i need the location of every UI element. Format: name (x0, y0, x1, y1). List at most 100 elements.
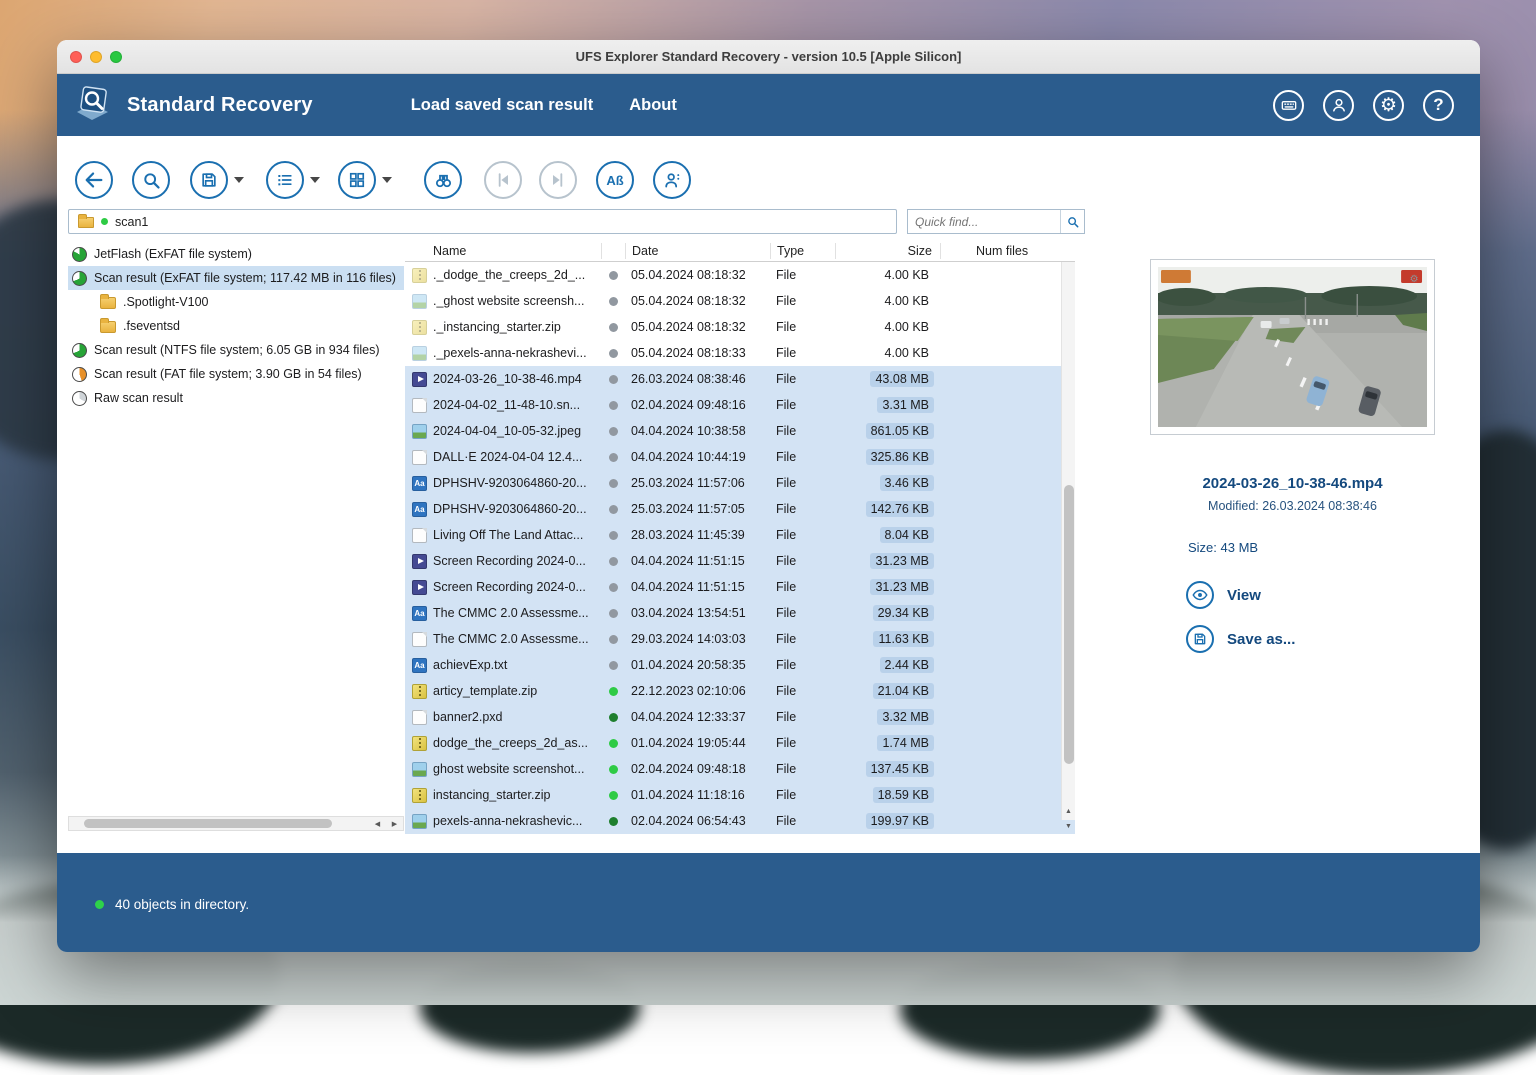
scrollbar-thumb[interactable] (1064, 485, 1074, 764)
breadcrumb[interactable]: scan1 (68, 209, 897, 234)
table-vertical-scrollbar[interactable]: ▲ ▼ (1061, 262, 1075, 820)
table-row[interactable]: The CMMC 2.0 Assessme... 03.04.2024 13:5… (405, 600, 1075, 626)
user-tools-button[interactable] (653, 161, 691, 199)
list-view-caret[interactable] (310, 177, 320, 183)
table-row[interactable]: articy_template.zip 22.12.2023 02:10:06 … (405, 678, 1075, 704)
menu-load-saved-scan[interactable]: Load saved scan result (411, 96, 594, 115)
tree-horizontal-scrollbar[interactable]: ◀ ▶ (68, 816, 404, 831)
preview-actions: View Save as... (1150, 581, 1435, 653)
quick-find-button[interactable] (1060, 210, 1084, 233)
scrollbar-thumb[interactable] (84, 819, 332, 828)
column-header-name[interactable]: Name (405, 243, 601, 259)
scroll-down-icon[interactable]: ▼ (1062, 819, 1075, 834)
table-row[interactable]: ._ghost website screensh... 05.04.2024 0… (405, 288, 1075, 314)
close-button[interactable] (70, 51, 82, 63)
view-button[interactable]: View (1186, 581, 1435, 609)
file-date: 01.04.2024 19:05:44 (625, 736, 770, 750)
status-dot-cell (601, 713, 625, 722)
table-row[interactable]: banner2.pxd 04.04.2024 12:33:37 File 3.3… (405, 704, 1075, 730)
menu-about[interactable]: About (629, 96, 677, 115)
save-button[interactable] (190, 161, 228, 199)
file-type-icon (412, 658, 427, 673)
column-header-size[interactable]: Size (835, 243, 940, 259)
account-button[interactable] (1323, 90, 1354, 121)
table-row[interactable]: ._dodge_the_creeps_2d_... 05.04.2024 08:… (405, 262, 1075, 288)
table-row[interactable]: Living Off The Land Attac... 28.03.2024 … (405, 522, 1075, 548)
scroll-left-icon[interactable]: ◀ (369, 820, 386, 828)
help-button[interactable]: ? (1423, 90, 1454, 121)
back-button[interactable] (75, 161, 113, 199)
file-type: File (770, 320, 835, 334)
tree-item[interactable]: Scan result (ExFAT file system; 117.42 M… (68, 266, 404, 290)
table-row[interactable]: Screen Recording 2024-0... 04.04.2024 11… (405, 548, 1075, 574)
quick-find-input[interactable] (908, 215, 1060, 229)
table-row[interactable]: 2024-04-02_11-48-10.sn... 02.04.2024 09:… (405, 392, 1075, 418)
encoding-button[interactable]: Aß (596, 161, 634, 199)
table-header: Name Date Type Size Num files (405, 240, 1075, 262)
file-date: 01.04.2024 20:58:35 (625, 658, 770, 672)
column-header-date[interactable]: Date (625, 243, 770, 259)
table-row[interactable]: ._instancing_starter.zip 05.04.2024 08:1… (405, 314, 1075, 340)
keyboard-button[interactable] (1273, 90, 1304, 121)
tree-item[interactable]: JetFlash (ExFAT file system) (68, 242, 404, 266)
find-button[interactable] (424, 161, 462, 199)
table-row[interactable]: pexels-anna-nekrashevic... 02.04.2024 06… (405, 808, 1075, 834)
table-row[interactable]: 2024-03-26_10-38-46.mp4 26.03.2024 08:38… (405, 366, 1075, 392)
scroll-up-icon[interactable]: ▲ (1062, 804, 1075, 819)
table-row[interactable]: Screen Recording 2024-0... 04.04.2024 11… (405, 574, 1075, 600)
file-type-icon (412, 788, 427, 803)
app-window: UFS Explorer Standard Recovery - version… (57, 40, 1480, 952)
tree-item[interactable]: Scan result (FAT file system; 3.90 GB in… (68, 362, 404, 386)
recovery-status-dot (609, 635, 618, 644)
table-row[interactable]: DALL·E 2024-04-04 12.4... 04.04.2024 10:… (405, 444, 1075, 470)
table-row[interactable]: The CMMC 2.0 Assessme... 29.03.2024 14:0… (405, 626, 1075, 652)
thumbnail-view-caret[interactable] (382, 177, 392, 183)
column-header-numfiles[interactable]: Num files (940, 243, 1061, 259)
file-size: 861.05 KB (835, 424, 940, 438)
fullscreen-button[interactable] (110, 51, 122, 63)
recovery-status-dot (609, 583, 618, 592)
tree-item[interactable]: Raw scan result (68, 386, 404, 410)
encoding-text-icon: Aß (606, 173, 623, 188)
table-row[interactable]: DPHSHV-9203064860-20... 25.03.2024 11:57… (405, 470, 1075, 496)
save-as-button[interactable]: Save as... (1186, 625, 1435, 653)
table-row[interactable]: achievExp.txt 01.04.2024 20:58:35 File 2… (405, 652, 1075, 678)
preview-frame: ⚙ (1150, 259, 1435, 435)
file-date: 04.04.2024 11:51:15 (625, 554, 770, 568)
tree-item[interactable]: Scan result (NTFS file system; 6.05 GB i… (68, 338, 404, 362)
file-type-icon (412, 320, 427, 335)
table-row[interactable]: dodge_the_creeps_2d_as... 01.04.2024 19:… (405, 730, 1075, 756)
thumbnail-view-button[interactable] (338, 161, 376, 199)
grid-view-icon (347, 170, 367, 190)
column-header-type[interactable]: Type (770, 243, 835, 259)
scroll-right-icon[interactable]: ▶ (386, 820, 403, 828)
file-date: 28.03.2024 11:45:39 (625, 528, 770, 542)
app-logo-icon (72, 85, 118, 125)
table-row[interactable]: DPHSHV-9203064860-20... 25.03.2024 11:57… (405, 496, 1075, 522)
table-row[interactable]: 2024-04-04_10-05-32.jpeg 04.04.2024 10:3… (405, 418, 1075, 444)
recovery-status-dot (609, 453, 618, 462)
tree-item[interactable]: .Spotlight-V100 (68, 290, 404, 314)
tree-item[interactable]: .fseventsd (68, 314, 404, 338)
settings-button[interactable]: ⚙ (1373, 90, 1404, 121)
table-row[interactable]: ._pexels-anna-nekrashevi... 05.04.2024 0… (405, 340, 1075, 366)
recovery-status-dot (609, 271, 618, 280)
file-type: File (770, 580, 835, 594)
current-location: scan1 (115, 215, 148, 229)
previous-item-button[interactable] (484, 161, 522, 199)
file-type-icon (412, 450, 427, 465)
scan-button[interactable] (132, 161, 170, 199)
minimize-button[interactable] (90, 51, 102, 63)
file-name: articy_template.zip (433, 684, 601, 698)
next-item-button[interactable] (539, 161, 577, 199)
save-options-caret[interactable] (234, 177, 244, 183)
list-view-button[interactable] (266, 161, 304, 199)
file-type: File (770, 632, 835, 646)
tree-item-icon (72, 343, 87, 358)
tree-item-label: Scan result (FAT file system; 3.90 GB in… (94, 367, 362, 381)
table-row[interactable]: ghost website screenshot... 02.04.2024 0… (405, 756, 1075, 782)
table-row[interactable]: instancing_starter.zip 01.04.2024 11:18:… (405, 782, 1075, 808)
file-size: 325.86 KB (835, 450, 940, 464)
column-header-status[interactable] (601, 243, 625, 259)
status-dot-cell (601, 453, 625, 462)
